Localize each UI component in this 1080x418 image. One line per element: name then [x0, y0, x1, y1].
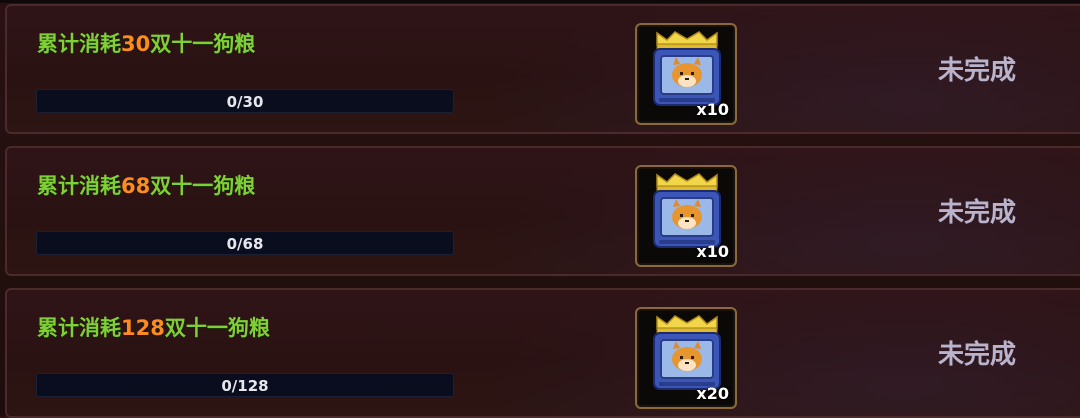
reward-quantity: x10 [696, 242, 729, 261]
task-row: 累计消耗30双十一狗粮 0/30 x10 未完成 [5, 4, 1080, 134]
task-row: 累计消耗68双十一狗粮 0/68 x10 未完成 [5, 146, 1080, 276]
progress-text: 0/30 [226, 93, 264, 111]
task-row: 累计消耗128双十一狗粮 0/128 x20 未完成 [5, 288, 1080, 418]
progress-text: 0/68 [226, 235, 264, 253]
progress-bar: 0/68 [36, 231, 454, 255]
reward-slot[interactable]: x10 [635, 23, 737, 125]
task-amount: 128 [121, 316, 165, 340]
progress-bar: 0/30 [36, 89, 454, 113]
task-title: 累计消耗68双十一狗粮 [37, 174, 256, 198]
reward-slot[interactable]: x10 [635, 165, 737, 267]
reward-quantity: x10 [696, 100, 729, 119]
top-divider [0, 0, 1080, 3]
task-title: 累计消耗30双十一狗粮 [37, 32, 256, 56]
status-label: 未完成 [937, 198, 1016, 228]
status-label: 未完成 [937, 56, 1016, 86]
progress-bar: 0/128 [36, 373, 454, 397]
reward-quantity: x20 [696, 384, 729, 403]
reward-slot[interactable]: x20 [635, 307, 737, 409]
task-title: 累计消耗128双十一狗粮 [37, 316, 270, 340]
task-amount: 30 [121, 32, 151, 56]
progress-text: 0/128 [221, 377, 269, 395]
status-label: 未完成 [937, 340, 1016, 370]
task-amount: 68 [121, 174, 151, 198]
